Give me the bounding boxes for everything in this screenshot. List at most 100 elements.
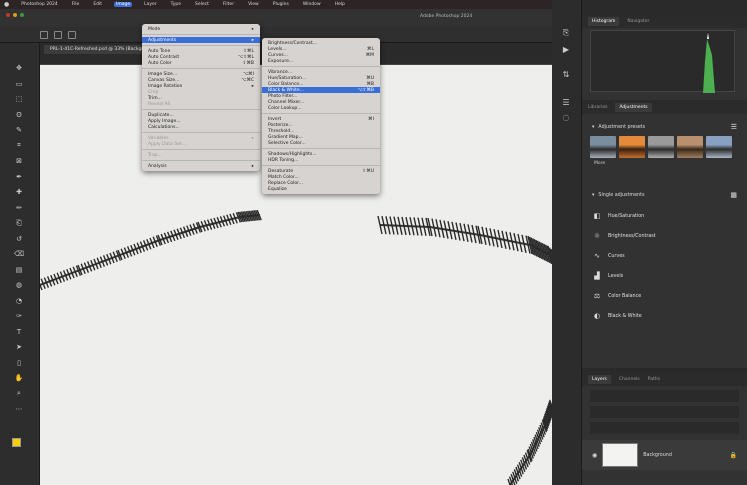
lasso-tool-icon[interactable]: ʘ <box>12 110 26 120</box>
menu-bar: ● Photoshop 2024 File Edit Image Layer Type Se… <box>0 0 552 9</box>
menubar-file[interactable]: File <box>70 2 82 7</box>
presets-more-link[interactable]: More <box>590 161 605 166</box>
tab-libraries[interactable]: Libraries <box>588 105 607 110</box>
tab-histogram[interactable]: Histogram <box>588 16 620 26</box>
menubar-photoshop-2024[interactable]: Photoshop 2024 <box>19 2 60 7</box>
histogram-warning-icon[interactable] <box>707 33 709 39</box>
paragraph-icon[interactable]: ☰ <box>560 98 572 108</box>
menu-item-label: Color Lookup... <box>268 105 302 111</box>
presets-menu-icon[interactable]: ☰ <box>731 123 737 131</box>
menu-shortcut: ⌘U <box>366 75 374 81</box>
menubar-image[interactable]: Image <box>114 2 133 7</box>
preset-thumb-gray[interactable] <box>648 136 674 158</box>
comments-icon[interactable]: ◌ <box>560 113 572 123</box>
preset-thumb-cool[interactable] <box>590 136 616 158</box>
histogram-luminosity-peak <box>703 39 715 93</box>
submenu-arrow-icon: ▸ <box>251 37 254 43</box>
adjustment-item-levels[interactable]: ▟ Levels <box>582 266 747 286</box>
levels-icon: ▟ <box>594 272 600 280</box>
zoom-window-button[interactable] <box>20 13 24 17</box>
fern-frond-right <box>377 215 552 265</box>
menu-item-label: Match Color... <box>268 174 299 180</box>
foreground-color-swatch[interactable] <box>12 438 21 447</box>
menu-item-label: Levels... <box>268 46 287 52</box>
menu-item-label: Black & White... <box>268 87 304 93</box>
rectangle-tool-icon[interactable]: ▯ <box>12 358 26 368</box>
grid-view-icon[interactable]: ▦ <box>730 191 737 199</box>
gradient-tool-icon[interactable]: ▤ <box>12 265 26 275</box>
type-tool-icon[interactable]: T <box>12 327 26 337</box>
tab-adjustments[interactable]: Adjustments <box>615 102 652 112</box>
brush-tool-icon[interactable]: ✏ <box>12 203 26 213</box>
menubar-help[interactable]: Help <box>333 2 347 7</box>
edit-toolbar-tool-icon[interactable]: ⋯ <box>12 404 26 414</box>
tool-preset-icon[interactable] <box>54 30 62 39</box>
layer-filter-row[interactable] <box>590 390 739 402</box>
adjustment-item-hue-saturation[interactable]: ◧ Hue/Saturation <box>582 206 747 226</box>
tab-paths[interactable]: Paths <box>648 377 660 382</box>
menubar-filter[interactable]: Filter <box>221 2 236 7</box>
menu-separator <box>142 130 260 133</box>
preset-thumb-blue[interactable] <box>706 136 732 158</box>
layer-thumbnail <box>602 443 639 467</box>
hand-tool-icon[interactable]: ✋ <box>12 373 26 383</box>
artboard-tool-icon[interactable]: ▭ <box>12 79 26 89</box>
adjustment-presets-header[interactable]: ▾ Adjustment presets ☰ <box>582 120 747 134</box>
menu-shortcut: ⌥⌘I <box>242 71 254 77</box>
zoom-tool-icon[interactable]: ⌕ <box>12 389 26 399</box>
eraser-tool-icon[interactable]: ⌫ <box>12 249 26 259</box>
sample-all-layers-icon[interactable] <box>68 30 76 39</box>
history-brush-tool-icon[interactable]: ↺ <box>12 234 26 244</box>
move-tool-icon[interactable]: ✥ <box>12 63 26 73</box>
history-icon[interactable]: ⎘ <box>560 28 572 38</box>
menu-item-label: Apply Image... <box>148 118 181 124</box>
crop-tool-icon[interactable]: ⌗ <box>12 141 26 151</box>
menu-separator <box>142 158 260 161</box>
healing-brush-tool-icon[interactable]: ✚ <box>12 187 26 197</box>
menubar-edit[interactable]: Edit <box>91 2 104 7</box>
adjustment-label: Color Balance <box>608 293 642 299</box>
menu-item-label: Equalize <box>268 186 287 192</box>
menubar-view[interactable]: View <box>246 2 261 7</box>
tab-layers[interactable]: Layers <box>588 374 611 384</box>
menubar-plugins[interactable]: Plugins <box>271 2 291 7</box>
tab-channels[interactable]: Channels <box>619 377 640 382</box>
preset-thumb-sepia[interactable] <box>677 136 703 158</box>
blend-mode-row[interactable] <box>590 406 739 418</box>
menubar-type[interactable]: Type <box>169 2 183 7</box>
hue-saturation-icon: ◧ <box>593 212 601 220</box>
blur-tool-icon[interactable]: ◍ <box>12 280 26 290</box>
tab-navigator[interactable]: Navigator <box>627 19 649 24</box>
visibility-eye-icon[interactable]: ◉ <box>592 452 597 459</box>
frame-tool-icon[interactable]: ⊠ <box>12 156 26 166</box>
menubar-layer[interactable]: Layer <box>142 2 159 7</box>
apple-icon[interactable]: ● <box>4 1 9 8</box>
menubar-window[interactable]: Window <box>301 2 323 7</box>
adjustment-item-black-white[interactable]: ◐ Black & White <box>582 306 747 326</box>
layer-name: Background <box>643 452 672 458</box>
adjustment-item-brightness-contrast[interactable]: ☼ Brightness/Contrast <box>582 226 747 246</box>
preset-thumb-warm[interactable] <box>619 136 645 158</box>
menu-item-analysis[interactable]: Analysis ▸ <box>142 163 260 169</box>
dodge-tool-icon[interactable]: ◔ <box>12 296 26 306</box>
marquee-tool-icon[interactable]: ⬚ <box>12 94 26 104</box>
adjustment-item-color-balance[interactable]: ⚖ Color Balance <box>582 286 747 306</box>
home-icon[interactable] <box>40 30 48 39</box>
path-select-tool-icon[interactable]: ➤ <box>12 342 26 352</box>
single-adjustments-header[interactable]: ▾ Single adjustments ▦ <box>582 188 747 202</box>
quick-select-tool-icon[interactable]: ✎ <box>12 125 26 135</box>
menubar-select[interactable]: Select <box>193 2 211 7</box>
lock-row[interactable] <box>590 422 739 434</box>
lock-icon[interactable]: 🔒 <box>730 452 737 459</box>
pen-tool-icon[interactable]: ✑ <box>12 311 26 321</box>
clone-stamp-tool-icon[interactable]: ⎗ <box>12 218 26 228</box>
eyedropper-tool-icon[interactable]: ✒ <box>12 172 26 182</box>
play-actions-icon[interactable]: ▶ <box>560 45 572 55</box>
properties-icon[interactable]: ⇅ <box>560 70 572 80</box>
menu-item-equalize[interactable]: Equalize <box>262 186 380 192</box>
adjustments-panel: Libraries Adjustments ▾ Adjustment preset… <box>582 100 747 368</box>
layer-row-background[interactable]: ◉ Background 🔒 <box>582 440 747 470</box>
adjustment-item-curves[interactable]: ∿ Curves <box>582 246 747 266</box>
minimize-window-button[interactable] <box>13 13 17 17</box>
close-window-button[interactable] <box>6 13 10 17</box>
